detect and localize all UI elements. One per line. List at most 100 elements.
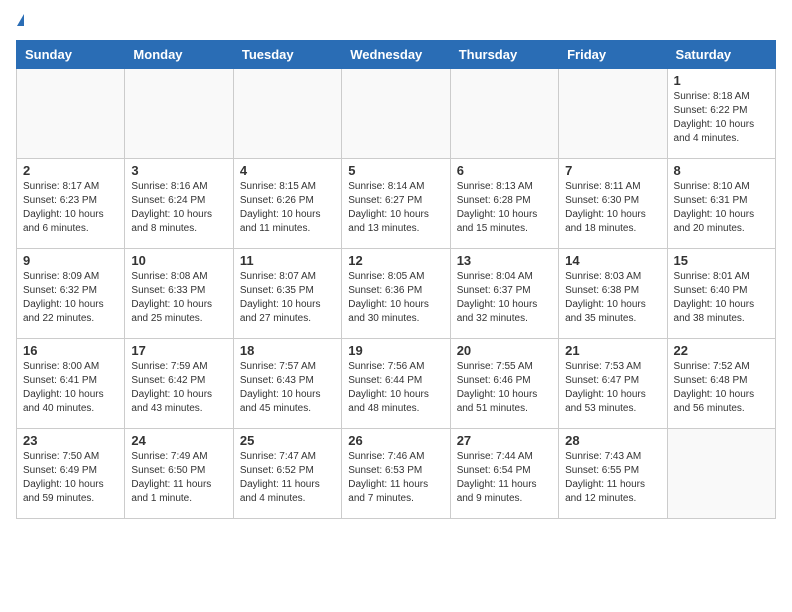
day-info-19: Sunrise: 7:56 AM Sunset: 6:44 PM Dayligh… xyxy=(348,360,443,416)
day-number-24: 24 xyxy=(131,433,226,448)
day-cell-16: 16 Sunrise: 8:00 AM Sunset: 6:41 PM Dayli… xyxy=(17,339,125,429)
day-info-8: Sunrise: 8:10 AM Sunset: 6:31 PM Dayligh… xyxy=(674,180,769,236)
day-info-25: Sunrise: 7:47 AM Sunset: 6:52 PM Dayligh… xyxy=(240,450,335,506)
calendar: SundayMondayTuesdayWednesdayThursdayFrid… xyxy=(16,40,776,519)
day-number-6: 6 xyxy=(457,163,552,178)
week-row-4: 16 Sunrise: 8:00 AM Sunset: 6:41 PM Dayli… xyxy=(17,339,776,429)
day-info-26: Sunrise: 7:46 AM Sunset: 6:53 PM Dayligh… xyxy=(348,450,443,506)
weekday-header-monday: Monday xyxy=(125,41,233,69)
empty-cell xyxy=(559,69,667,159)
empty-cell xyxy=(233,69,341,159)
day-info-21: Sunrise: 7:53 AM Sunset: 6:47 PM Dayligh… xyxy=(565,360,660,416)
weekday-header-tuesday: Tuesday xyxy=(233,41,341,69)
week-row-2: 2 Sunrise: 8:17 AM Sunset: 6:23 PM Daylig… xyxy=(17,159,776,249)
empty-cell xyxy=(342,69,450,159)
week-row-3: 9 Sunrise: 8:09 AM Sunset: 6:32 PM Daylig… xyxy=(17,249,776,339)
day-cell-23: 23 Sunrise: 7:50 AM Sunset: 6:49 PM Dayli… xyxy=(17,429,125,519)
day-cell-25: 25 Sunrise: 7:47 AM Sunset: 6:52 PM Dayli… xyxy=(233,429,341,519)
day-number-20: 20 xyxy=(457,343,552,358)
day-info-2: Sunrise: 8:17 AM Sunset: 6:23 PM Dayligh… xyxy=(23,180,118,236)
day-info-9: Sunrise: 8:09 AM Sunset: 6:32 PM Dayligh… xyxy=(23,270,118,326)
day-number-28: 28 xyxy=(565,433,660,448)
week-row-1: 1 Sunrise: 8:18 AM Sunset: 6:22 PM Daylig… xyxy=(17,69,776,159)
logo xyxy=(16,16,24,28)
day-number-16: 16 xyxy=(23,343,118,358)
day-info-17: Sunrise: 7:59 AM Sunset: 6:42 PM Dayligh… xyxy=(131,360,226,416)
day-number-22: 22 xyxy=(674,343,769,358)
day-number-23: 23 xyxy=(23,433,118,448)
weekday-header-friday: Friday xyxy=(559,41,667,69)
day-cell-26: 26 Sunrise: 7:46 AM Sunset: 6:53 PM Dayli… xyxy=(342,429,450,519)
day-cell-14: 14 Sunrise: 8:03 AM Sunset: 6:38 PM Dayli… xyxy=(559,249,667,339)
day-number-14: 14 xyxy=(565,253,660,268)
day-cell-20: 20 Sunrise: 7:55 AM Sunset: 6:46 PM Dayli… xyxy=(450,339,558,429)
empty-cell xyxy=(125,69,233,159)
weekday-header-wednesday: Wednesday xyxy=(342,41,450,69)
day-info-28: Sunrise: 7:43 AM Sunset: 6:55 PM Dayligh… xyxy=(565,450,660,506)
day-cell-4: 4 Sunrise: 8:15 AM Sunset: 6:26 PM Daylig… xyxy=(233,159,341,249)
day-cell-27: 27 Sunrise: 7:44 AM Sunset: 6:54 PM Dayli… xyxy=(450,429,558,519)
day-number-10: 10 xyxy=(131,253,226,268)
empty-cell xyxy=(17,69,125,159)
day-info-24: Sunrise: 7:49 AM Sunset: 6:50 PM Dayligh… xyxy=(131,450,226,506)
day-info-12: Sunrise: 8:05 AM Sunset: 6:36 PM Dayligh… xyxy=(348,270,443,326)
day-cell-19: 19Sunrise: 7:56 AM Sunset: 6:44 PM Dayli… xyxy=(342,339,450,429)
day-number-17: 17 xyxy=(131,343,226,358)
empty-cell xyxy=(667,429,775,519)
day-number-2: 2 xyxy=(23,163,118,178)
day-info-3: Sunrise: 8:16 AM Sunset: 6:24 PM Dayligh… xyxy=(131,180,226,236)
day-number-11: 11 xyxy=(240,253,335,268)
day-number-26: 26 xyxy=(348,433,443,448)
day-cell-2: 2 Sunrise: 8:17 AM Sunset: 6:23 PM Daylig… xyxy=(17,159,125,249)
day-number-13: 13 xyxy=(457,253,552,268)
header xyxy=(16,16,776,28)
day-cell-24: 24 Sunrise: 7:49 AM Sunset: 6:50 PM Dayli… xyxy=(125,429,233,519)
logo-triangle-icon xyxy=(17,14,24,26)
weekday-header-sunday: Sunday xyxy=(17,41,125,69)
day-cell-8: 8 Sunrise: 8:10 AM Sunset: 6:31 PM Daylig… xyxy=(667,159,775,249)
day-info-27: Sunrise: 7:44 AM Sunset: 6:54 PM Dayligh… xyxy=(457,450,552,506)
day-info-23: Sunrise: 7:50 AM Sunset: 6:49 PM Dayligh… xyxy=(23,450,118,506)
day-number-4: 4 xyxy=(240,163,335,178)
day-info-22: Sunrise: 7:52 AM Sunset: 6:48 PM Dayligh… xyxy=(674,360,769,416)
day-info-6: Sunrise: 8:13 AM Sunset: 6:28 PM Dayligh… xyxy=(457,180,552,236)
day-info-11: Sunrise: 8:07 AM Sunset: 6:35 PM Dayligh… xyxy=(240,270,335,326)
day-info-4: Sunrise: 8:15 AM Sunset: 6:26 PM Dayligh… xyxy=(240,180,335,236)
day-number-27: 27 xyxy=(457,433,552,448)
day-number-25: 25 xyxy=(240,433,335,448)
day-cell-1: 1 Sunrise: 8:18 AM Sunset: 6:22 PM Daylig… xyxy=(667,69,775,159)
weekday-header-saturday: Saturday xyxy=(667,41,775,69)
day-info-5: Sunrise: 8:14 AM Sunset: 6:27 PM Dayligh… xyxy=(348,180,443,236)
day-cell-5: 5Sunrise: 8:14 AM Sunset: 6:27 PM Daylig… xyxy=(342,159,450,249)
day-number-3: 3 xyxy=(131,163,226,178)
day-cell-7: 7Sunrise: 8:11 AM Sunset: 6:30 PM Daylig… xyxy=(559,159,667,249)
day-cell-18: 18 Sunrise: 7:57 AM Sunset: 6:43 PM Dayli… xyxy=(233,339,341,429)
day-cell-21: 21Sunrise: 7:53 AM Sunset: 6:47 PM Dayli… xyxy=(559,339,667,429)
day-cell-15: 15 Sunrise: 8:01 AM Sunset: 6:40 PM Dayli… xyxy=(667,249,775,339)
day-info-7: Sunrise: 8:11 AM Sunset: 6:30 PM Dayligh… xyxy=(565,180,660,236)
day-cell-6: 6 Sunrise: 8:13 AM Sunset: 6:28 PM Daylig… xyxy=(450,159,558,249)
day-number-9: 9 xyxy=(23,253,118,268)
day-cell-9: 9 Sunrise: 8:09 AM Sunset: 6:32 PM Daylig… xyxy=(17,249,125,339)
day-cell-11: 11 Sunrise: 8:07 AM Sunset: 6:35 PM Dayli… xyxy=(233,249,341,339)
page: SundayMondayTuesdayWednesdayThursdayFrid… xyxy=(0,0,792,535)
day-number-15: 15 xyxy=(674,253,769,268)
weekday-header-thursday: Thursday xyxy=(450,41,558,69)
day-info-1: Sunrise: 8:18 AM Sunset: 6:22 PM Dayligh… xyxy=(674,90,769,146)
day-info-14: Sunrise: 8:03 AM Sunset: 6:38 PM Dayligh… xyxy=(565,270,660,326)
day-cell-22: 22 Sunrise: 7:52 AM Sunset: 6:48 PM Dayli… xyxy=(667,339,775,429)
day-info-20: Sunrise: 7:55 AM Sunset: 6:46 PM Dayligh… xyxy=(457,360,552,416)
day-cell-17: 17 Sunrise: 7:59 AM Sunset: 6:42 PM Dayli… xyxy=(125,339,233,429)
day-info-18: Sunrise: 7:57 AM Sunset: 6:43 PM Dayligh… xyxy=(240,360,335,416)
day-number-12: 12 xyxy=(348,253,443,268)
day-number-18: 18 xyxy=(240,343,335,358)
empty-cell xyxy=(450,69,558,159)
day-cell-28: 28 Sunrise: 7:43 AM Sunset: 6:55 PM Dayli… xyxy=(559,429,667,519)
week-row-5: 23 Sunrise: 7:50 AM Sunset: 6:49 PM Dayli… xyxy=(17,429,776,519)
day-number-8: 8 xyxy=(674,163,769,178)
day-cell-13: 13Sunrise: 8:04 AM Sunset: 6:37 PM Dayli… xyxy=(450,249,558,339)
day-info-16: Sunrise: 8:00 AM Sunset: 6:41 PM Dayligh… xyxy=(23,360,118,416)
weekday-header-row: SundayMondayTuesdayWednesdayThursdayFrid… xyxy=(17,41,776,69)
day-number-1: 1 xyxy=(674,73,769,88)
day-info-15: Sunrise: 8:01 AM Sunset: 6:40 PM Dayligh… xyxy=(674,270,769,326)
